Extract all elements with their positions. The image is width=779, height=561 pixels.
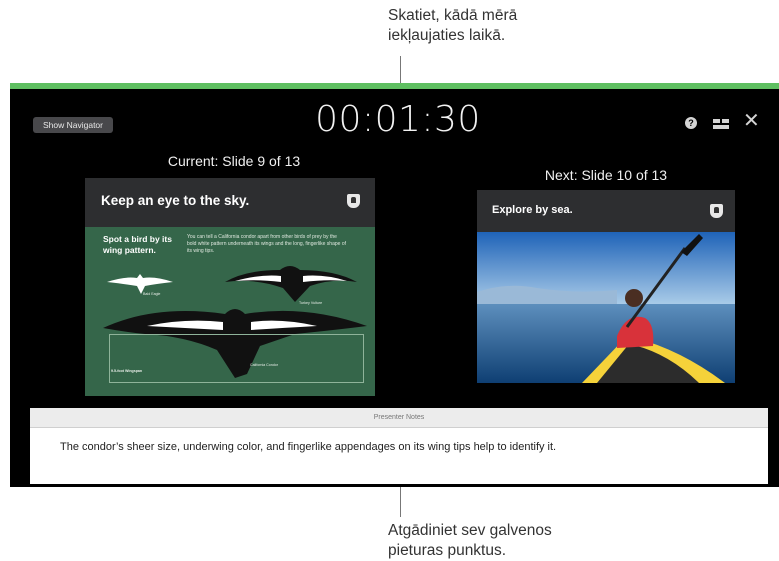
current-slide-label: Current: Slide 9 of 13: [167, 153, 301, 169]
elapsed-timer[interactable]: 00:01:30: [300, 99, 496, 140]
callout-timing-line-2: iekļaujaties laikā.: [388, 27, 506, 44]
callout-notes-line-2: pieturas punktus.: [388, 542, 507, 559]
layout-icon[interactable]: [713, 119, 729, 129]
presenter-notes-header: Presenter Notes: [30, 408, 768, 428]
condor-label: California Condor: [250, 363, 278, 367]
callout-notes-line-1: Atgādiniet sev galvenos: [388, 522, 552, 539]
callout-timing: Skatiet, kādā mērā iekļaujaties laikā.: [388, 6, 517, 46]
presenter-notes-text[interactable]: The condor’s sheer size, underwing color…: [60, 441, 556, 453]
next-slide: Explore by sea.: [477, 190, 735, 383]
emblem-icon: [710, 204, 723, 218]
wingspan-label: 9.5-foot Wingspan: [111, 369, 143, 373]
accent-bar: [10, 83, 779, 89]
callout-notes: Atgādiniet sev galvenos pieturas punktus…: [388, 521, 552, 561]
bird-label-turkey-vulture: Turkey Vulture: [299, 301, 323, 305]
presenter-display: Show Navigator 00:01:30 ? ✕ Current: Sli…: [10, 83, 779, 487]
next-slide-label: Next: Slide 10 of 13: [544, 167, 668, 183]
kayak-photo: [477, 232, 735, 383]
help-icon[interactable]: ?: [685, 117, 697, 129]
close-icon[interactable]: ✕: [743, 111, 760, 131]
callout-leader-bottom: [400, 487, 401, 517]
next-slide-title: Explore by sea.: [492, 204, 573, 216]
wingspan-box: [109, 334, 364, 383]
callout-timing-line-1: Skatiet, kādā mērā: [388, 7, 518, 24]
bird-label-bald-eagle: Bald Eagle: [143, 292, 161, 296]
current-slide: Keep an eye to the sky. Spot a bird by i…: [85, 178, 375, 396]
show-navigator-button[interactable]: Show Navigator: [33, 117, 113, 133]
presenter-notes-panel[interactable]: Presenter Notes The condor’s sheer size,…: [30, 408, 768, 484]
